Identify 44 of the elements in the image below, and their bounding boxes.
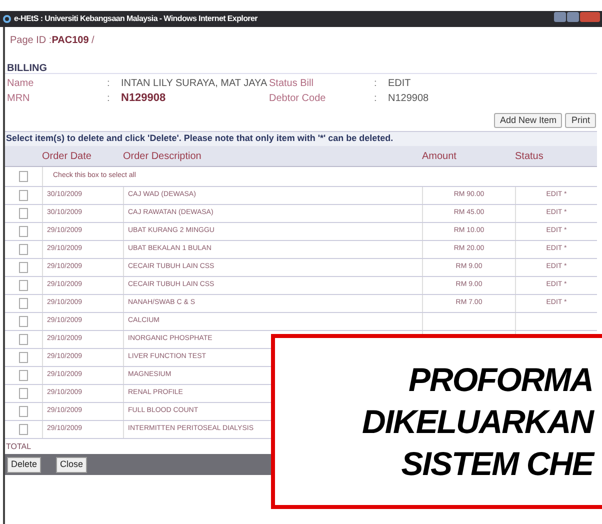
checkbox[interactable] xyxy=(19,280,28,291)
checkbox[interactable] xyxy=(19,424,28,435)
column-header: Status xyxy=(515,150,544,164)
toolbar-button[interactable]: Print xyxy=(565,113,596,128)
checkbox[interactable] xyxy=(19,262,28,273)
colon: : xyxy=(107,93,110,104)
field-label: Name xyxy=(7,78,34,89)
checkbox[interactable] xyxy=(19,190,28,201)
browser-icon xyxy=(3,15,11,23)
field-label: MRN xyxy=(7,93,30,104)
annotation-text: DIKELUARKAN xyxy=(362,402,593,440)
page-id: Page ID :PAC109 / xyxy=(10,35,94,46)
field-label: Status Bill xyxy=(269,78,314,89)
column-header: Amount xyxy=(422,150,458,164)
annotation-text: PROFORMA xyxy=(408,360,593,398)
checkbox[interactable] xyxy=(19,406,28,417)
checkbox[interactable] xyxy=(19,352,28,363)
checkbox[interactable] xyxy=(19,208,28,219)
colon: : xyxy=(374,78,377,89)
checkbox[interactable] xyxy=(19,244,28,255)
checkbox[interactable] xyxy=(19,171,28,182)
checkbox[interactable] xyxy=(19,370,28,381)
footer-button[interactable]: Delete xyxy=(7,456,42,472)
field-label: Debtor Code xyxy=(269,93,326,104)
annotation-text: SISTEM CHE xyxy=(401,444,593,482)
colon: : xyxy=(374,93,377,104)
footer-button[interactable]: Close xyxy=(56,456,88,472)
checkbox[interactable] xyxy=(19,334,28,345)
field-value: INTAN LILY SURAYA, MAT JAYA xyxy=(121,78,268,89)
field-value: EDIT xyxy=(388,77,411,91)
column-header: Order Date xyxy=(42,150,92,164)
total-label: TOTAL xyxy=(6,440,32,452)
window-title: e-HEtS : Universiti Kebangsaan Malaysia - Windows Internet Explorer xyxy=(14,13,258,25)
checkbox[interactable] xyxy=(19,316,28,327)
toolbar-button[interactable]: Add New Item xyxy=(494,113,562,128)
colon: : xyxy=(107,78,110,89)
instruction-text: Select item(s) to delete and click 'Delete'. Please note that only item with '*' can be deleted. xyxy=(5,131,597,146)
field-value: N129908 xyxy=(121,92,166,104)
checkbox[interactable] xyxy=(19,388,28,399)
section-title: BILLING xyxy=(5,61,597,74)
checkbox[interactable] xyxy=(19,226,28,237)
column-header: Order Description xyxy=(123,150,202,164)
checkbox[interactable] xyxy=(19,298,28,309)
field-value: N129908 xyxy=(388,92,429,106)
